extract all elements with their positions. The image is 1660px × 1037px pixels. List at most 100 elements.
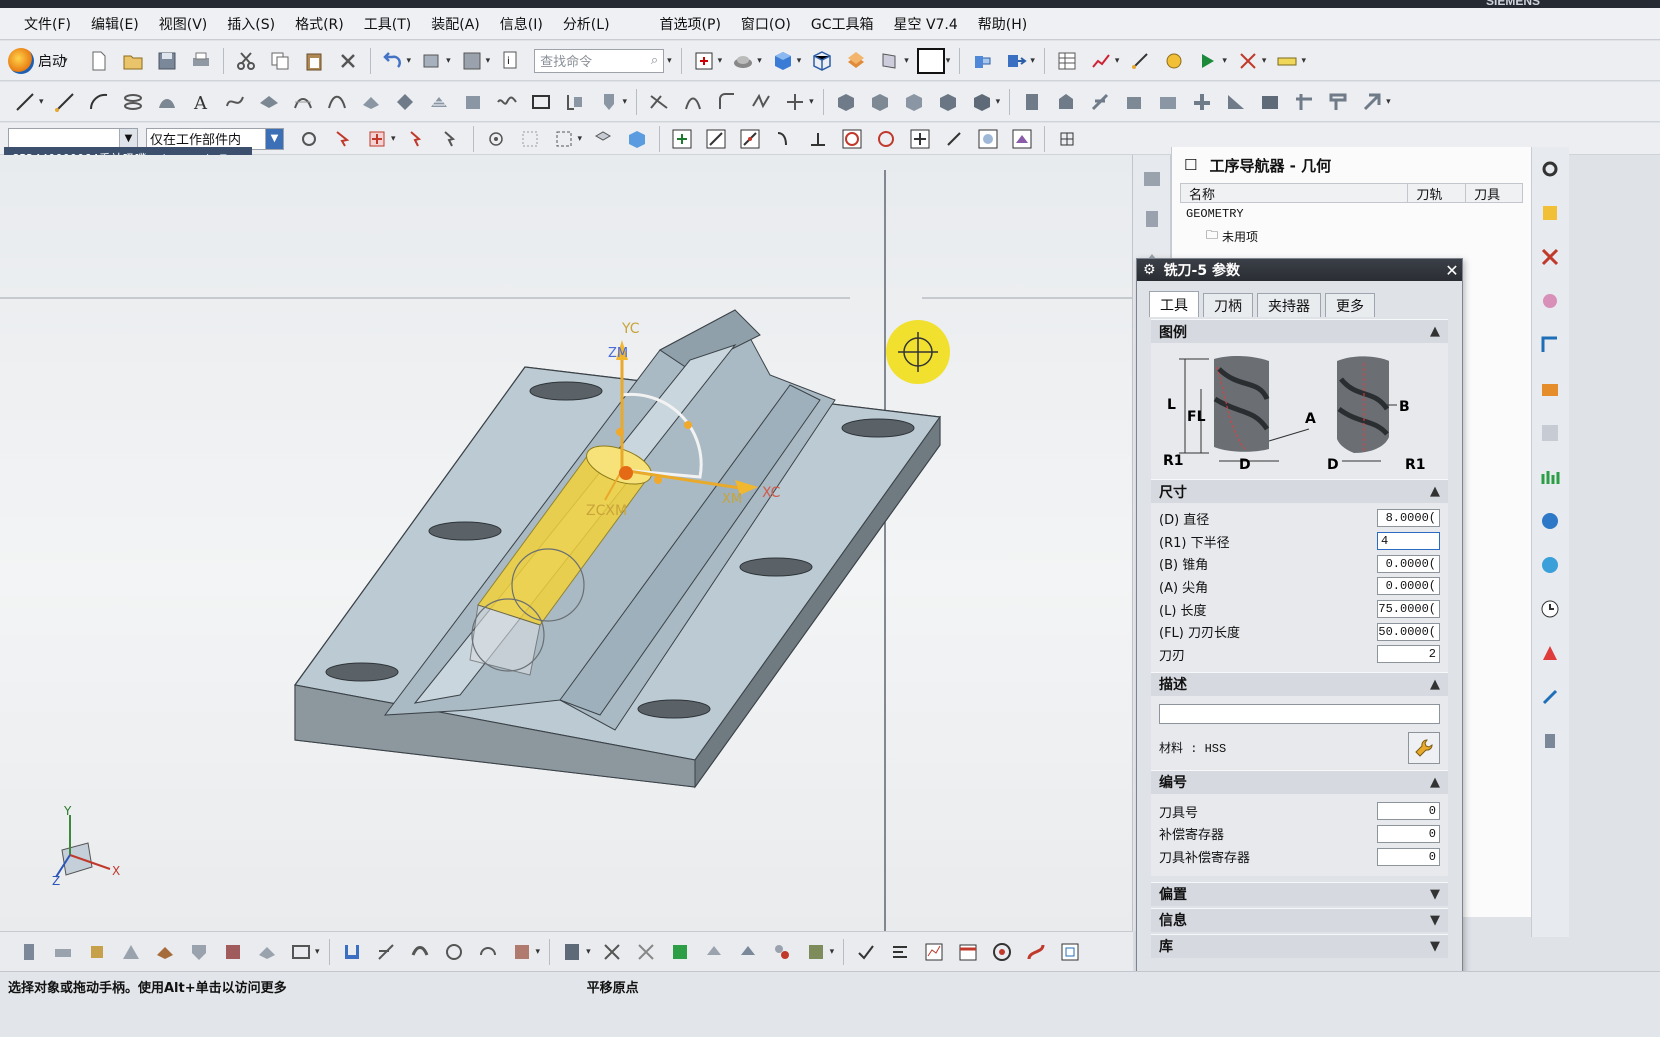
taper-angle-input[interactable]: 0.0000( [1377, 554, 1440, 573]
shape-icon[interactable] [597, 90, 621, 114]
generate-toolpath-icon[interactable] [187, 940, 211, 964]
save-icon[interactable] [155, 49, 179, 73]
length-input[interactable]: 75.0000( [1377, 600, 1440, 619]
command-finder-icon[interactable]: i [499, 49, 523, 73]
chart-icon[interactable] [1089, 49, 1113, 73]
operation-navigator-tab-icon[interactable] [1538, 201, 1562, 225]
machine-tool-view-icon[interactable] [1538, 245, 1562, 269]
reuse-library-icon[interactable] [1538, 465, 1562, 489]
dialog-gear-icon[interactable]: ⚙ [1143, 262, 1156, 278]
rectangle-icon[interactable] [529, 90, 553, 114]
material-removal-icon[interactable] [510, 940, 534, 964]
command-search-input[interactable]: 查找命令 ⌕ [534, 48, 665, 73]
tree-row-geometry[interactable]: GEOMETRY [1180, 203, 1523, 225]
part-body[interactable] [293, 309, 942, 789]
spline-icon[interactable] [223, 90, 247, 114]
tool-icon[interactable] [1162, 49, 1186, 73]
open-file-icon[interactable] [121, 49, 145, 73]
snap-control-icon[interactable] [738, 127, 762, 151]
block-icon[interactable] [834, 90, 858, 114]
circle-icon[interactable] [442, 940, 466, 964]
menu-edit[interactable]: 编辑(E) [81, 14, 149, 34]
adjust-register-input[interactable]: 0 [1377, 824, 1440, 843]
axis-icon[interactable] [1236, 49, 1260, 73]
offset-curve-icon[interactable] [257, 90, 281, 114]
replay-toolpath-icon[interactable] [221, 940, 245, 964]
snap-endpoint-icon[interactable] [670, 127, 694, 151]
select-edge-icon[interactable] [439, 127, 463, 151]
create-tool-icon[interactable] [51, 940, 75, 964]
rendering-style-icon[interactable] [731, 49, 755, 73]
view-box-icon[interactable] [591, 127, 615, 151]
menu-format[interactable]: 格式(R) [285, 14, 354, 34]
offset-section-header[interactable]: 偏置 ▼ [1151, 881, 1448, 906]
dimensions-section-header[interactable]: 尺寸 ▲ [1151, 479, 1448, 503]
text-icon[interactable]: A [189, 90, 213, 114]
mesh-icon[interactable] [427, 90, 451, 114]
create-method-icon[interactable] [119, 940, 143, 964]
tab-clamp[interactable]: 夹持器 [1257, 293, 1321, 317]
tab-holder[interactable]: 刀柄 [1203, 293, 1253, 317]
menu-analysis[interactable]: 分析(L) [553, 14, 620, 34]
menu-window[interactable]: 窗口(O) [731, 14, 801, 34]
slot-icon[interactable] [1156, 90, 1180, 114]
boundary-icon[interactable] [289, 940, 313, 964]
select-face-icon[interactable] [365, 127, 389, 151]
menu-help[interactable]: 帮助(H) [968, 14, 1037, 34]
menu-file[interactable]: 文件(F) [14, 14, 81, 34]
cone-icon[interactable] [902, 90, 926, 114]
toolpath-list-icon[interactable] [922, 940, 946, 964]
sequence-icon[interactable] [888, 940, 912, 964]
feeds-icon[interactable] [736, 940, 760, 964]
table-icon[interactable] [1055, 49, 1079, 73]
lower-radius-input[interactable]: 4 [1377, 532, 1440, 551]
pad-icon[interactable] [1122, 90, 1146, 114]
info-section-header[interactable]: 信息 ▼ [1151, 907, 1448, 932]
bridge-curve-icon[interactable] [325, 90, 349, 114]
graphics-viewport[interactable]: YC ZM XC XM ZCXM Y X Z [0, 155, 1133, 931]
menu-tools[interactable]: 工具(T) [354, 14, 421, 34]
filter-settings-icon[interactable] [297, 127, 321, 151]
web-browser-icon[interactable] [1538, 509, 1562, 533]
cutcom-register-input[interactable]: 0 [1377, 847, 1440, 866]
snap-face-icon[interactable] [1010, 127, 1034, 151]
curve-fillet-icon[interactable] [715, 90, 739, 114]
draft-icon[interactable] [1292, 90, 1316, 114]
repeat-command-icon[interactable] [420, 49, 444, 73]
arc-icon[interactable] [87, 90, 111, 114]
verify-toolpath-icon[interactable] [255, 940, 279, 964]
menu-info[interactable]: 信息(I) [490, 14, 553, 34]
column-name[interactable]: 名称 [1181, 184, 1409, 203]
collapse-icon[interactable]: ▲ [1430, 484, 1440, 499]
revolve-icon[interactable] [393, 90, 417, 114]
palette-icon[interactable] [1538, 421, 1562, 445]
tip-angle-input[interactable]: 0.0000( [1377, 577, 1440, 596]
line-icon[interactable] [13, 90, 37, 114]
tab-more[interactable]: 更多 [1325, 293, 1375, 317]
ruler-icon[interactable] [1275, 49, 1299, 73]
fit-view-icon[interactable] [692, 49, 716, 73]
menu-view[interactable]: 视图(V) [149, 14, 218, 34]
wireframe-cube-icon[interactable] [810, 49, 834, 73]
menu-insert[interactable]: 插入(S) [217, 14, 285, 34]
groove-icon[interactable] [1190, 90, 1214, 114]
legend-section-header[interactable]: 图例 ▲ [1151, 319, 1448, 343]
transform-icon[interactable] [804, 940, 828, 964]
workpiece-icon[interactable] [668, 940, 692, 964]
boss-icon[interactable] [1054, 90, 1078, 114]
cavity-mill-icon[interactable] [374, 940, 398, 964]
add-component-icon[interactable] [1004, 49, 1028, 73]
close-dialog-button[interactable]: ✕ [1442, 260, 1462, 280]
wave-icon[interactable] [495, 90, 519, 114]
cylinder-icon[interactable] [868, 90, 892, 114]
menu-xingkong[interactable]: 星空 V7.4 [884, 14, 968, 34]
method-view-icon[interactable] [1538, 333, 1562, 357]
post-process-icon[interactable] [560, 940, 584, 964]
constraint-navigator-icon[interactable] [1140, 207, 1164, 231]
shaded-cube-icon[interactable] [771, 49, 795, 73]
copy-icon[interactable] [268, 49, 292, 73]
shop-doc-icon[interactable] [600, 940, 624, 964]
expand-icon[interactable]: ▼ [1430, 913, 1440, 928]
program-view-icon[interactable] [1538, 289, 1562, 313]
delete-icon[interactable] [336, 49, 360, 73]
